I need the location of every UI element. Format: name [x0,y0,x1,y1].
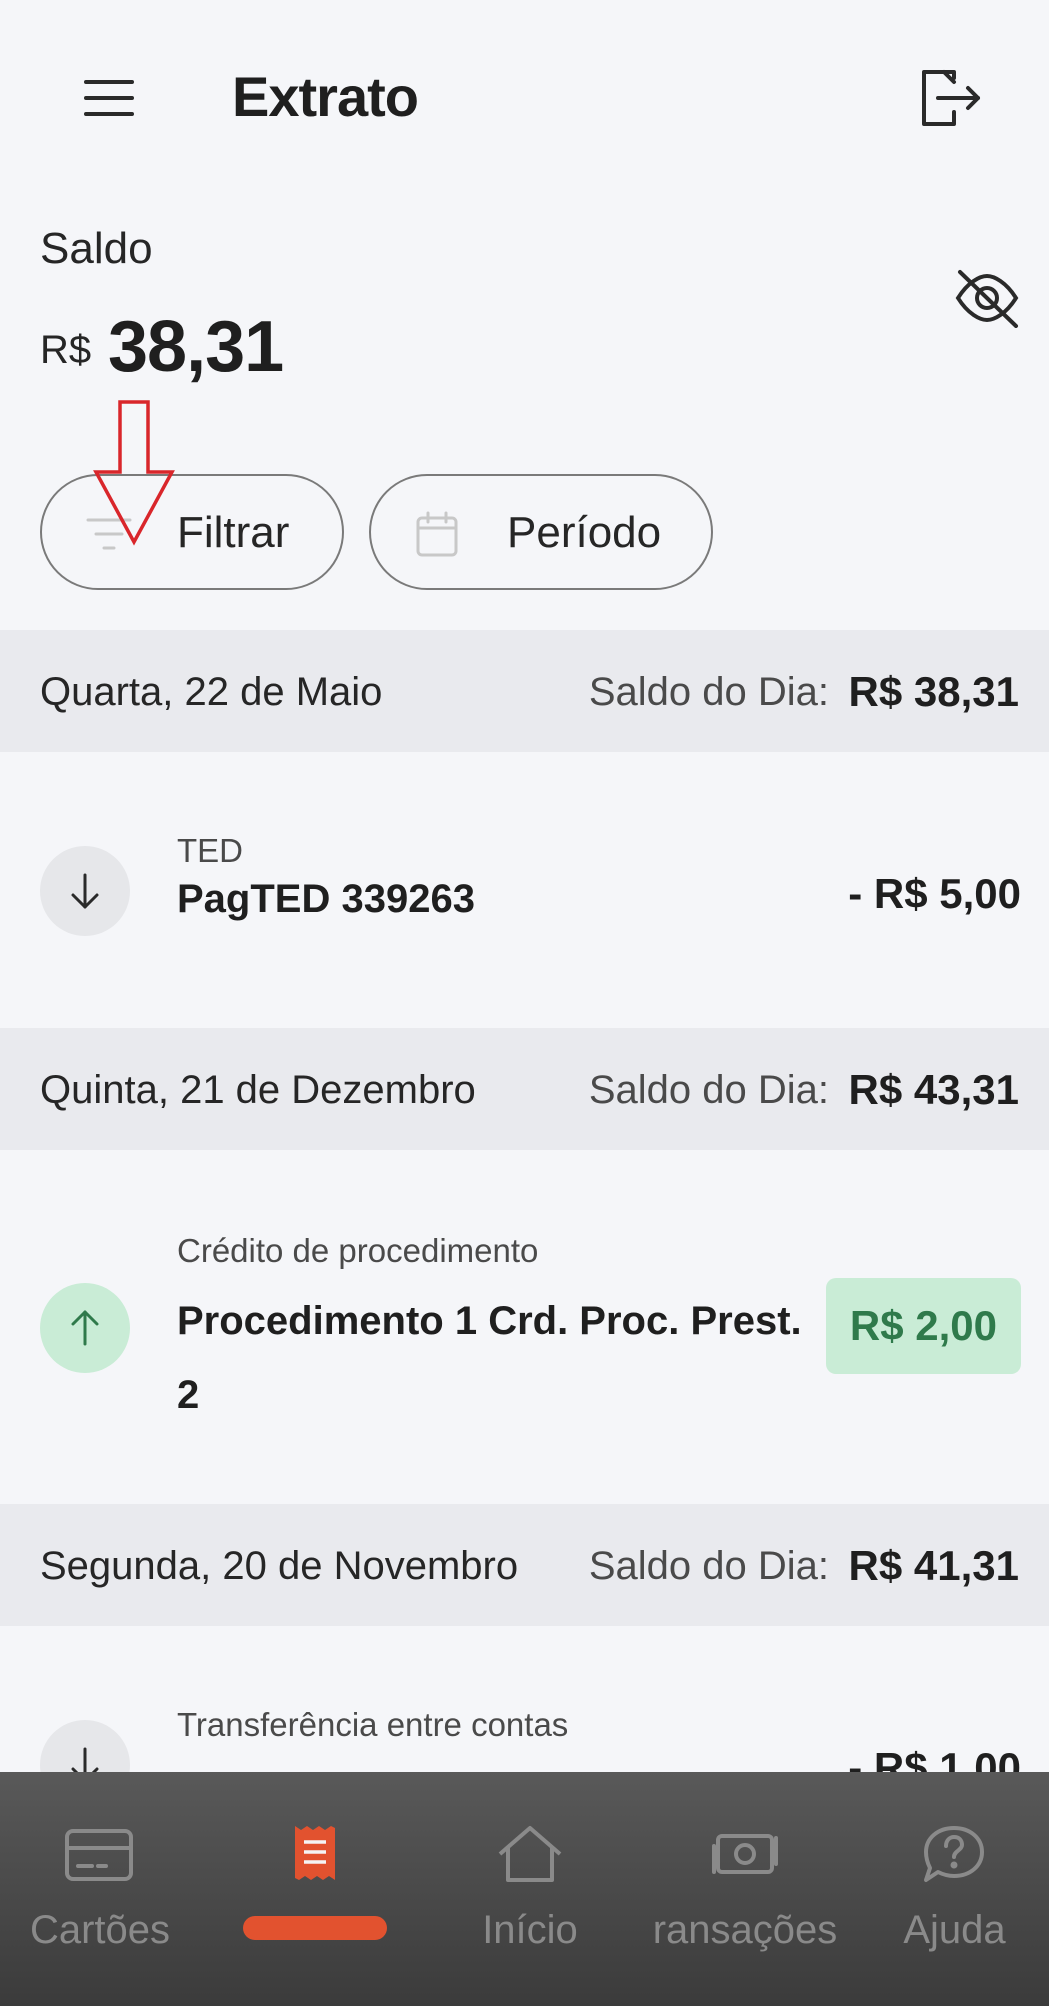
day-balance-label: Saldo do Dia: [588,670,829,714]
bottom-navigation: Cartões Início ransações Ajuda [0,1772,1049,2006]
menu-button[interactable] [84,76,136,120]
nav-label: Início [482,1908,578,1952]
transaction-direction-badge [40,1283,130,1373]
nav-label: Ajuda [903,1908,1006,1952]
day-balance-label: Saldo do Dia: [588,1068,829,1112]
transaction-name: PagTED 339263 [177,877,475,921]
arrow-down-icon [71,873,99,909]
balance-currency: R$ [40,328,92,372]
header: Extrato [0,0,1049,200]
transaction-row[interactable]: Transferência entre contas - R$ 1,00 [0,1626,1049,1772]
day-header: Segunda, 20 de Novembro Saldo do Dia: R$… [0,1504,1049,1626]
day-date: Quarta, 22 de Maio [40,670,383,714]
filter-icon [86,518,132,550]
transaction-amount: - R$ 1,00 [848,1744,1021,1772]
filter-button[interactable]: Filtrar [40,474,344,590]
transaction-amount: - R$ 5,00 [848,870,1021,917]
toggle-balance-visibility-button[interactable] [952,268,1022,328]
day-balance-value: R$ 38,31 [848,668,1019,715]
transaction-row[interactable]: TED PagTED 339263 - R$ 5,00 [0,752,1049,1028]
transaction-type: Crédito de procedimento [177,1232,539,1269]
day-balance-label: Saldo do Dia: [588,1544,829,1588]
transaction-direction-badge [40,846,130,936]
arrow-up-icon [71,1310,99,1346]
day-header: Quarta, 22 de Maio Saldo do Dia: R$ 38,3… [0,630,1049,752]
calendar-icon [416,511,458,557]
day-balance-value: R$ 43,31 [848,1066,1019,1113]
balance-value: 38,31 [108,307,284,387]
nav-item-extrato[interactable] [220,1772,410,2006]
day-date: Segunda, 20 de Novembro [40,1544,519,1588]
nav-label: Cartões [29,1908,171,1952]
balance-label: Saldo [40,224,153,273]
transaction-name: Procedimento 1 Crd. Proc. Prest. 2 [177,1299,802,1417]
logout-button[interactable] [918,68,984,130]
help-icon [924,1826,984,1882]
transaction-row[interactable]: Crédito de procedimento Procedimento 1 C… [0,1150,1049,1504]
logout-icon [922,70,980,126]
nav-item-cartoes[interactable]: Cartões [0,1772,200,2006]
nav-label: ransações [652,1908,838,1952]
day-balance-value: R$ 41,31 [848,1542,1019,1589]
period-label: Período [507,508,662,557]
day-date: Quinta, 21 de Dezembro [40,1068,476,1112]
card-icon [65,1829,133,1881]
page-title: Extrato [232,65,419,128]
day-header: Quinta, 21 de Dezembro Saldo do Dia: R$ … [0,1028,1049,1150]
transaction-direction-badge [40,1720,130,1772]
active-tab-indicator [243,1916,387,1940]
period-button[interactable]: Período [369,474,713,590]
hamburger-icon-line [84,96,134,100]
nav-item-transacoes[interactable]: ransações [640,1772,850,2006]
filter-label: Filtrar [177,508,290,557]
home-icon [498,1826,562,1882]
transaction-amount: R$ 2,00 [825,1278,1021,1374]
nav-item-inicio[interactable]: Início [430,1772,630,2006]
receipt-icon [295,1826,335,1880]
hamburger-icon-line [84,112,134,116]
nav-item-ajuda[interactable]: Ajuda [860,1772,1049,2006]
arrow-down-icon [71,1747,99,1772]
money-icon [712,1834,778,1874]
transaction-type: Transferência entre contas [177,1706,569,1743]
hamburger-icon-line [84,80,134,84]
eye-off-icon [955,270,1019,328]
